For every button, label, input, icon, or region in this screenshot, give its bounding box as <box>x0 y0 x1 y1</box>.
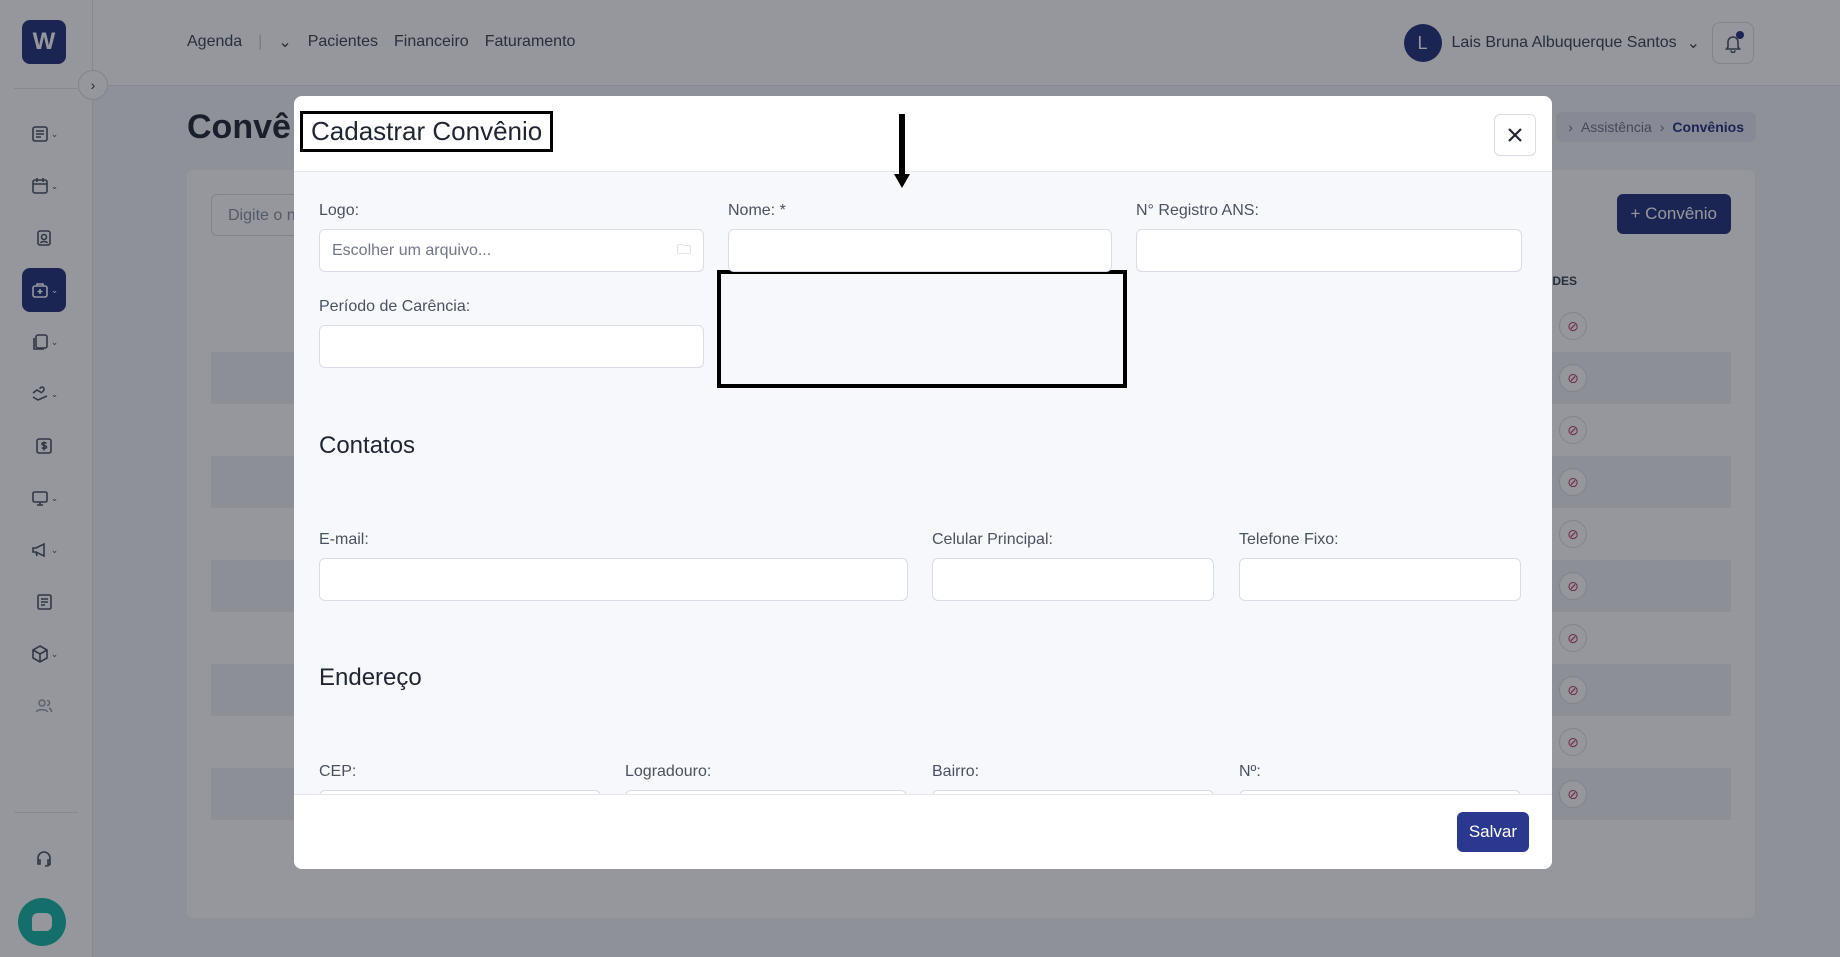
telefone-input[interactable] <box>1239 558 1521 601</box>
logo-field: Logo: Escolher um arquivo... 🗀 <box>319 202 704 272</box>
telefone-field: Telefone Fixo: <box>1239 531 1521 601</box>
logo-label: Logo: <box>319 202 360 219</box>
carencia-input[interactable] <box>319 325 704 368</box>
modal-title: Cadastrar Convênio <box>311 116 543 146</box>
email-input[interactable] <box>319 558 908 601</box>
logradouro-label: Logradouro: <box>625 763 712 780</box>
cep-label: CEP: <box>319 763 357 780</box>
celular-field: Celular Principal: <box>932 531 1214 601</box>
email-field: E-mail: <box>319 531 908 601</box>
endereco-heading: Endereço <box>319 664 422 691</box>
carencia-label: Período de Carência: <box>319 298 471 315</box>
nome-input[interactable] <box>728 229 1112 272</box>
registro-ans-label: N° Registro ANS: <box>1136 202 1259 219</box>
cadastrar-convenio-modal: Cadastrar Convênio Logo: Escolher um arq… <box>294 96 1552 869</box>
numero-label: Nº: <box>1239 763 1261 780</box>
close-button[interactable] <box>1494 114 1536 156</box>
registro-ans-input[interactable] <box>1136 229 1522 272</box>
close-icon <box>1508 128 1522 142</box>
title-highlight: Cadastrar Convênio <box>300 111 554 152</box>
modal-header: Cadastrar Convênio <box>294 96 1552 172</box>
celular-input[interactable] <box>932 558 1214 601</box>
bairro-label: Bairro: <box>932 763 980 780</box>
modal-body: Logo: Escolher um arquivo... 🗀 Nome: * N… <box>294 172 1552 833</box>
carencia-field: Período de Carência: <box>319 298 704 368</box>
nome-field: Nome: * <box>728 202 1112 272</box>
logo-file-input[interactable]: Escolher um arquivo... 🗀 <box>319 229 704 272</box>
nome-highlight <box>717 270 1127 388</box>
logo-placeholder: Escolher um arquivo... <box>332 241 492 259</box>
telefone-label: Telefone Fixo: <box>1239 531 1339 548</box>
annotation-arrow-head <box>894 174 910 188</box>
save-button[interactable]: Salvar <box>1456 812 1529 852</box>
celular-label: Celular Principal: <box>932 531 1053 548</box>
annotation-arrow <box>899 114 905 174</box>
folder-icon: 🗀 <box>677 240 691 257</box>
email-label: E-mail: <box>319 531 369 548</box>
nome-label: Nome: * <box>728 202 786 219</box>
contatos-heading: Contatos <box>319 432 416 459</box>
modal-footer: Salvar <box>294 794 1552 869</box>
registro-ans-field: N° Registro ANS: <box>1136 202 1522 272</box>
